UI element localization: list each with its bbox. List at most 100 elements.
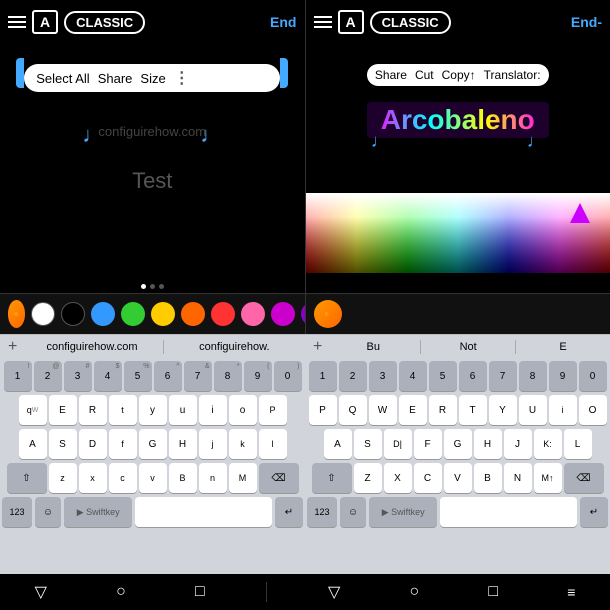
color-black[interactable] [61,302,85,326]
suggestion-3-right[interactable]: E [520,339,606,355]
key-0-r[interactable]: 0 [579,361,607,391]
hamburger-menu-icon[interactable] [8,16,26,28]
emoji-key-right[interactable]: ☺ [340,497,366,527]
key-v[interactable]: v [139,463,167,493]
key-h-r[interactable]: H [474,429,502,459]
key-6[interactable]: 6^ [154,361,182,391]
key-h[interactable]: H [169,429,197,459]
key-j-r[interactable]: J [504,429,532,459]
add-button-right[interactable]: + [309,338,326,356]
key-g-r[interactable]: G [444,429,472,459]
key-4[interactable]: 4$ [94,361,122,391]
key-n[interactable]: n [199,463,227,493]
key-4-r[interactable]: 4 [399,361,427,391]
key-p-r[interactable]: P [309,395,337,425]
key-t[interactable]: t [109,395,137,425]
share-option[interactable]: Share [98,71,133,86]
color-white[interactable] [31,302,55,326]
key-r[interactable]: R [79,395,107,425]
classic-mode-button-left[interactable]: CLASSIC [64,11,145,34]
key-0[interactable]: 0) [274,361,302,391]
numbers-key-right[interactable]: 123 [307,497,337,527]
space-key-left[interactable] [135,497,272,527]
return-key-left[interactable]: ↵ [275,497,303,527]
swiftkey-logo-right[interactable]: ▶ Swiftkey [369,497,437,527]
suggestion-1-right[interactable]: Bu [330,339,416,355]
key-2-r[interactable]: 2 [339,361,367,391]
suggestion-2-left[interactable]: configuirehow. [168,339,301,355]
key-u[interactable]: u [169,395,197,425]
key-a[interactable]: A [19,429,47,459]
copy-option-right[interactable]: Copy↑ [442,68,476,82]
key-k-r[interactable]: K: [534,429,562,459]
key-7[interactable]: 7& [184,361,212,391]
key-8[interactable]: 8* [214,361,242,391]
key-g[interactable]: G [139,429,167,459]
key-b-r[interactable]: B [474,463,502,493]
backspace-key-right[interactable]: ⌫ [564,463,604,493]
key-t-r[interactable]: T [459,395,487,425]
key-l[interactable]: l [259,429,287,459]
return-key-right[interactable]: ↵ [580,497,608,527]
emoji-key-left[interactable]: ☺ [35,497,61,527]
key-y[interactable]: y [139,395,167,425]
key-u-r[interactable]: U [519,395,547,425]
shift-key-right[interactable]: ⇧ [312,463,352,493]
font-button-right[interactable]: A [338,10,364,34]
key-i-r[interactable]: i [549,395,577,425]
key-o-r[interactable]: O [579,395,607,425]
color-blue[interactable] [91,302,115,326]
edit-text-display[interactable]: Test [10,168,295,194]
key-s[interactable]: S [49,429,77,459]
color-magenta[interactable] [271,302,295,326]
key-3[interactable]: 3# [64,361,92,391]
color-yellow[interactable] [151,302,175,326]
key-f[interactable]: f [109,429,137,459]
key-o[interactable]: o [229,395,257,425]
key-9-r[interactable]: 9 [549,361,577,391]
classic-mode-button-right[interactable]: CLASSIC [370,11,451,34]
arcobaleno-text[interactable]: Arcobaleno [373,102,543,137]
key-5-r[interactable]: 5 [429,361,457,391]
key-d-r[interactable]: D| [384,429,412,459]
nav-menu[interactable]: ≡ [559,580,583,604]
key-z-r[interactable]: Z [354,463,382,493]
key-y-r[interactable]: Y [489,395,517,425]
picker-pin[interactable] [570,203,590,223]
add-button-left[interactable]: + [4,338,21,356]
color-pink[interactable] [241,302,265,326]
suggestion-1-left[interactable]: configuirehow.com [25,339,158,355]
key-n-r[interactable]: N [504,463,532,493]
cut-option-right[interactable]: Cut [415,68,434,82]
swiftkey-logo-left[interactable]: ▶ Swiftkey [64,497,132,527]
color-red[interactable] [211,302,235,326]
more-options-icon[interactable]: ⋮ [174,68,190,88]
share-option-right[interactable]: Share [375,68,407,82]
key-6-r[interactable]: 6 [459,361,487,391]
key-r-r[interactable]: R [429,395,457,425]
eyedropper-button-left[interactable]: 🔸 [8,300,25,328]
key-1[interactable]: 1! [4,361,32,391]
key-3-r[interactable]: 3 [369,361,397,391]
key-w-r[interactable]: W [369,395,397,425]
key-p-left[interactable]: P [259,395,287,425]
nav-recents-left[interactable]: □ [187,579,213,605]
eyedropper-button-right[interactable]: 🔸 [314,300,342,328]
nav-back-right[interactable]: ▽ [320,578,348,606]
key-q[interactable]: qW [19,395,47,425]
key-e[interactable]: E [49,395,77,425]
key-z[interactable]: z [49,463,77,493]
key-v-r[interactable]: V [444,463,472,493]
key-b-left[interactable]: B [169,463,197,493]
size-option[interactable]: Size [140,71,165,86]
key-8-r[interactable]: 8 [519,361,547,391]
nav-home-left[interactable]: ○ [108,579,134,605]
key-l-r[interactable]: L [564,429,592,459]
key-a-r[interactable]: A [324,429,352,459]
hamburger-menu-icon-right[interactable] [314,16,332,28]
backspace-key-left[interactable]: ⌫ [259,463,299,493]
color-picker-gradient[interactable] [306,193,610,273]
key-m-r[interactable]: M↑ [534,463,562,493]
key-c[interactable]: c [109,463,137,493]
key-c-r[interactable]: C [414,463,442,493]
